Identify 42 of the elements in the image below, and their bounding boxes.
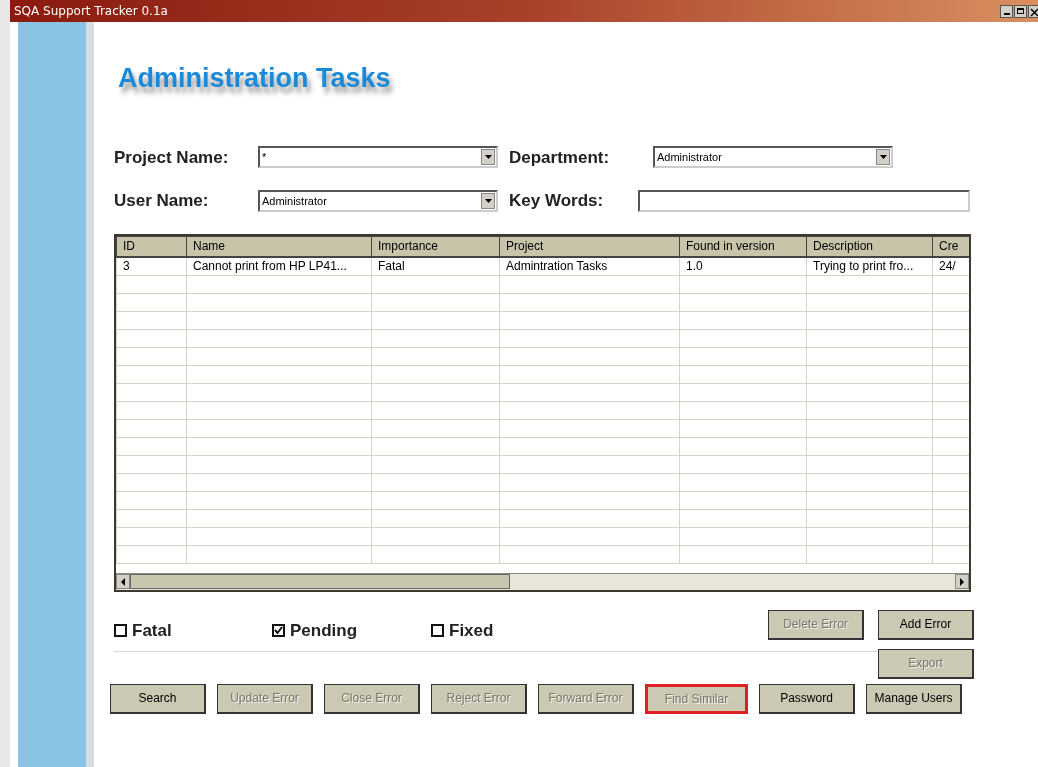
checkbox-label: Fatal [132, 619, 172, 642]
column-header[interactable]: Description [806, 236, 933, 257]
caret-icon [879, 155, 887, 160]
caret-icon [484, 198, 492, 203]
input-field[interactable] [638, 189, 970, 212]
table-cell: 1.0 [679, 257, 807, 275]
table-cell: 3 [116, 257, 187, 275]
field-label: Key Words: [509, 190, 605, 212]
button[interactable]: Manage Users [866, 683, 962, 714]
checkbox-label: Fixed [449, 619, 494, 642]
checkbox[interactable] [272, 623, 285, 637]
horizontal-scrollbar[interactable] [116, 572, 969, 590]
table-cell: Admintration Tasks [499, 257, 680, 275]
checkbox[interactable] [114, 623, 127, 637]
button[interactable]: Add Error [878, 609, 974, 640]
table-cell: Trying to print fro... [806, 257, 933, 275]
column-header[interactable]: Importance [371, 236, 500, 257]
button[interactable]: Search [110, 683, 206, 714]
button[interactable]: Password [759, 683, 855, 714]
window-title: SQA Support Tracker 0.1a [14, 3, 168, 20]
column-header[interactable]: Found in version [679, 236, 807, 257]
minimize-button[interactable] [1000, 4, 1013, 18]
field-label: User Name: [114, 190, 210, 212]
checkbox-label: Pending [290, 619, 358, 642]
field-label: Department: [509, 146, 611, 169]
checkbox[interactable] [431, 623, 444, 637]
scroll-right-icon[interactable] [959, 577, 965, 586]
table-cell: Cannot print from HP LP41... [186, 257, 372, 275]
column-header[interactable]: ID [116, 236, 187, 257]
dropdown[interactable]: * [258, 146, 498, 169]
column-header[interactable]: Project [499, 236, 680, 257]
dropdown[interactable]: Administrator [653, 146, 893, 169]
column-header[interactable]: Cre [932, 236, 969, 257]
dropdown[interactable]: Administrator [258, 189, 498, 212]
close-button[interactable] [1028, 4, 1038, 18]
caret-icon [484, 155, 492, 160]
column-header[interactable]: Name [186, 236, 372, 257]
scroll-left-icon[interactable] [120, 577, 126, 586]
maximize-button[interactable] [1014, 4, 1027, 18]
page-heading: Administration Tasks [118, 62, 392, 95]
table-cell: Fatal [371, 257, 500, 275]
field-label: Project Name: [114, 146, 230, 169]
